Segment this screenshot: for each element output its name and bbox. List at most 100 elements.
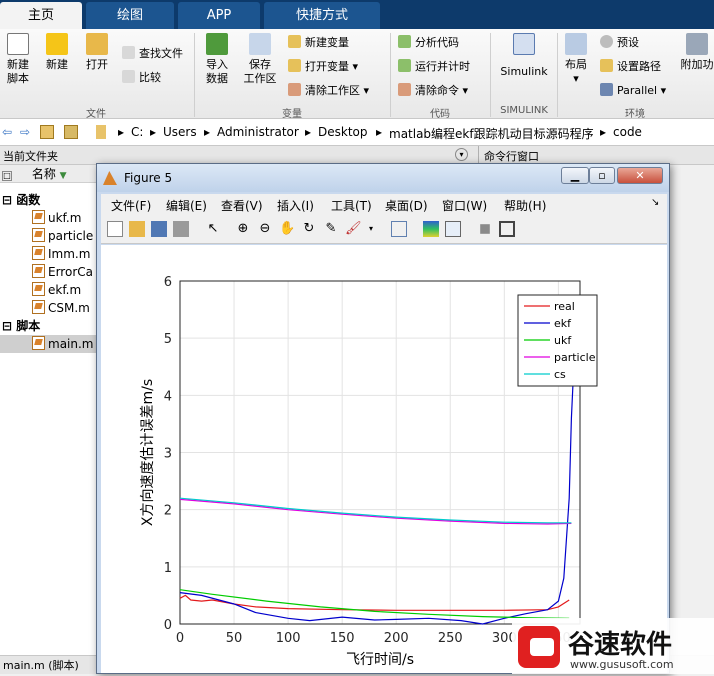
panel-menu-icon[interactable]: ▾ (455, 148, 468, 161)
list-item[interactable]: CSM.m (0, 299, 100, 317)
tab-plots[interactable]: 绘图 (86, 2, 174, 29)
find-files-button[interactable]: 查找文件 (122, 46, 183, 62)
file-name: particle (48, 229, 94, 243)
run-time-icon (398, 59, 411, 72)
rotate-icon[interactable]: ↻ (301, 221, 317, 237)
print-icon[interactable] (173, 221, 189, 237)
menu-insert[interactable]: 插入(I) (277, 197, 314, 214)
set-path-button[interactable]: 设置路径 (600, 59, 661, 75)
minimize-button[interactable]: ▁ (561, 167, 589, 184)
breadcrumb-segment[interactable]: Administrator (217, 125, 299, 139)
simulink-button[interactable]: Simulink (496, 33, 552, 79)
menu-help[interactable]: 帮助(H) (504, 197, 546, 214)
y-tick-label: 0 (164, 618, 172, 633)
folder-icon (96, 125, 106, 139)
series-line-cs (179, 497, 572, 524)
list-item[interactable]: ekf.m (0, 281, 100, 299)
save-workspace-button[interactable]: 保存 工作区 (242, 33, 278, 86)
tab-apps[interactable]: APP (178, 2, 260, 29)
menu-edit[interactable]: 编辑(E) (166, 197, 207, 214)
preferences-button[interactable]: 预设 (600, 35, 639, 51)
up-folder-icon[interactable] (40, 125, 54, 139)
set-path-icon (600, 59, 613, 72)
zoom-in-icon[interactable]: ⊕ (235, 221, 251, 237)
open-variable-icon (288, 59, 301, 72)
save-icon[interactable] (151, 221, 167, 237)
brush-icon[interactable]: 🖌 (345, 221, 362, 237)
clear-commands-label: 清除命令 (415, 84, 459, 97)
group-file-label: 文件 (86, 109, 106, 120)
tab-home[interactable]: 主页 (0, 2, 82, 29)
line-chart[interactable]: 0501001502002503003500123456 飞行时间/s X方向速… (101, 245, 667, 673)
browse-folder-icon[interactable] (64, 125, 78, 139)
open-file-icon[interactable] (129, 221, 145, 237)
menu-tools[interactable]: 工具(T) (331, 197, 372, 214)
new-label: 新建 (46, 58, 68, 71)
figure-title-bar[interactable]: Figure 5 ▁ ▫ ✕ (97, 164, 669, 192)
address-bar: ⇦ ⇨ ▸ C: ▸ Users ▸ Administrator ▸ Deskt… (0, 119, 714, 146)
column-header[interactable]: □ 名称 ▼ (0, 165, 100, 183)
menu-view[interactable]: 查看(V) (221, 197, 263, 214)
open-variable-label: 打开变量 (305, 60, 349, 73)
pan-icon[interactable]: ✋ (279, 221, 295, 237)
close-button[interactable]: ✕ (617, 167, 663, 184)
dock-icon[interactable]: ↘ (651, 197, 659, 208)
group-code-label: 代码 (430, 109, 450, 120)
run-and-time-button[interactable]: 运行并计时 (398, 59, 470, 75)
data-cursor-icon[interactable]: ✎ (323, 221, 339, 237)
breadcrumb-segment[interactable]: Desktop (318, 125, 368, 139)
new-variable-button[interactable]: 新建变量 (288, 35, 349, 51)
open-button[interactable]: 打开 (80, 33, 114, 72)
figure-title: Figure 5 (124, 171, 173, 185)
import-data-button[interactable]: 导入 数据 (200, 33, 234, 86)
list-item[interactable]: ukf.m (0, 209, 100, 227)
file-name: ErrorCa (48, 265, 93, 279)
find-files-label: 查找文件 (139, 47, 183, 60)
clear-commands-button[interactable]: 清除命令 ▾ (398, 83, 468, 99)
parallel-label: Parallel (617, 84, 658, 97)
file-browser: □ 名称 ▼ ⊟ 函数 ukf.m particle Imm.m ErrorCa… (0, 165, 100, 655)
legend-icon[interactable] (445, 221, 461, 237)
tab-shortcuts[interactable]: 快捷方式 (264, 2, 380, 29)
hide-plot-tools-icon[interactable] (480, 224, 490, 234)
m-file-icon (32, 336, 45, 350)
compare-button[interactable]: 比较 (122, 70, 161, 86)
breadcrumb-segment[interactable]: code (613, 125, 642, 139)
layout-button[interactable]: 布局 ▾ (560, 33, 592, 86)
brush-dropdown-icon[interactable]: ▾ (363, 221, 379, 237)
forward-arrow-icon[interactable]: ⇨ (20, 125, 30, 139)
breadcrumb-segment[interactable]: matlab编程ekf跟踪机动目标源码程序 (389, 125, 594, 142)
breadcrumb-segment[interactable]: Users (163, 125, 197, 139)
breadcrumb-drive[interactable]: C: (131, 125, 143, 139)
menu-file[interactable]: 文件(F) (111, 197, 151, 214)
file-name: ekf.m (48, 283, 82, 297)
new-figure-icon[interactable] (107, 221, 123, 237)
menu-window[interactable]: 窗口(W) (442, 197, 487, 214)
new-script-button[interactable]: 新建 脚本 (2, 33, 34, 86)
clear-workspace-button[interactable]: 清除工作区 ▾ (288, 83, 369, 99)
run-time-label: 运行并计时 (415, 60, 470, 73)
list-item[interactable]: Imm.m (0, 245, 100, 263)
zoom-out-icon[interactable]: ⊖ (257, 221, 273, 237)
analyze-code-button[interactable]: 分析代码 (398, 35, 459, 51)
list-item[interactable]: ErrorCa (0, 263, 100, 281)
list-item-selected[interactable]: main.m (0, 335, 100, 353)
show-plot-tools-icon[interactable] (499, 221, 515, 237)
compare-icon (122, 70, 135, 83)
parallel-button[interactable]: Parallel ▾ (600, 83, 666, 99)
menu-desktop[interactable]: 桌面(D) (385, 197, 428, 214)
pointer-icon[interactable]: ↖ (205, 221, 221, 237)
list-item[interactable]: particle (0, 227, 100, 245)
colorbar-icon[interactable] (423, 221, 439, 237)
x-tick-label: 150 (330, 631, 355, 646)
functions-group[interactable]: ⊟ 函数 (0, 191, 100, 209)
back-arrow-icon[interactable]: ⇦ (2, 125, 12, 139)
link-plot-icon[interactable] (391, 221, 407, 237)
maximize-button[interactable]: ▫ (589, 167, 615, 184)
open-variable-button[interactable]: 打开变量 ▾ (288, 59, 358, 75)
scripts-group[interactable]: ⊟ 脚本 (0, 317, 100, 335)
addons-button[interactable]: 附加功 (680, 33, 714, 72)
new-variable-icon (288, 35, 301, 48)
command-window-title: 命令行窗口 (484, 150, 539, 163)
new-button[interactable]: 新建 (40, 33, 74, 72)
